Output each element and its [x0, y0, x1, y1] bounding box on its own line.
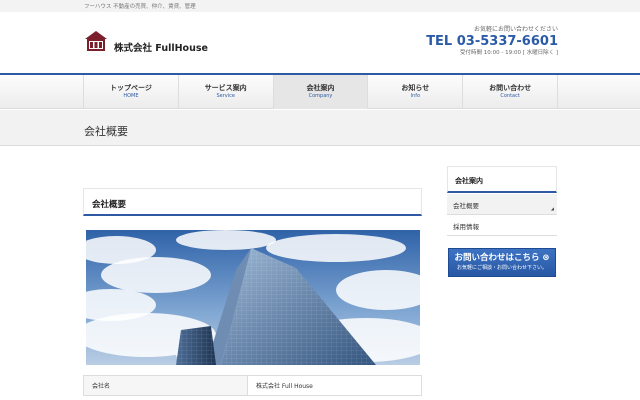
sidebar-heading: 会社案内: [447, 166, 557, 193]
sidebar-item-overview[interactable]: 会社概要 ◢: [447, 194, 557, 215]
sidebar-item-label: 会社概要: [453, 202, 479, 210]
sidebar-heading-text: 会社案内: [455, 177, 483, 185]
nav-sublabel: Contact: [500, 93, 520, 99]
header-contact: お気軽にお問い合わせください TEL 03-5337-6601 受付時間 10:…: [426, 26, 558, 57]
nav-item-company[interactable]: 会社案内 Company: [272, 75, 368, 109]
page-title: 会社概要: [84, 125, 128, 138]
nav-item-contact[interactable]: お問い合わせ Contact: [462, 75, 558, 109]
nav-sublabel: Info: [410, 93, 421, 99]
nav-item-info[interactable]: お知らせ Info: [367, 75, 462, 109]
table-row: 会社名 株式会社 Full House: [83, 375, 422, 396]
phone-number[interactable]: TEL 03-5337-6601: [426, 34, 558, 49]
nav-sublabel: HOME: [123, 93, 139, 99]
contact-note: お気軽にお問い合わせください: [473, 26, 558, 33]
company-name[interactable]: 株式会社 FullHouse: [114, 40, 208, 54]
table-label: 会社名: [83, 375, 248, 396]
sidebar-item-recruit[interactable]: 採用情報: [447, 215, 557, 236]
page-title-band: 会社概要: [0, 110, 640, 146]
global-nav-bar: トップページ HOME サービス案内 Service 会社案内 Company …: [0, 73, 640, 109]
house-logo-icon[interactable]: [84, 30, 108, 52]
company-info-table: 会社名 株式会社 Full House: [83, 375, 422, 396]
top-bar: フーハウス 不動産の売買、仲介、賃貸、管理: [0, 0, 640, 12]
nav-item-home[interactable]: トップページ HOME: [83, 75, 178, 109]
content-heading: 会社概要: [83, 188, 422, 216]
building-hero-image: [86, 230, 420, 365]
content-heading-text: 会社概要: [92, 200, 127, 210]
sidebar-list: 会社概要 ◢ 採用情報: [447, 194, 557, 236]
cta-sub-text: お気軽にご相談・お問い合わせ下さい。: [457, 265, 547, 271]
current-marker-icon: ◢: [550, 206, 554, 211]
site-tagline: フーハウス 不動産の売買、仲介、賃貸、管理: [84, 4, 196, 10]
business-hours: 受付時間 10:00 - 19:00 [ 水曜日除く ]: [460, 50, 558, 56]
nav-sublabel: Service: [216, 93, 235, 99]
table-value: 株式会社 Full House: [247, 375, 422, 396]
nav-sublabel: Company: [308, 93, 333, 99]
sidebar-item-label: 採用情報: [453, 223, 479, 231]
nav-label: お問い合わせ: [489, 84, 532, 92]
cta-main-text: お問い合わせはこちら ⊛: [454, 253, 550, 263]
nav-label: トップページ: [109, 84, 152, 92]
nav-label: お知らせ: [401, 84, 430, 92]
arrow-circle-icon: ⊛: [542, 253, 550, 263]
nav-label: サービス案内: [204, 84, 247, 92]
nav-label: 会社案内: [306, 84, 335, 92]
nav-item-service[interactable]: サービス案内 Service: [177, 75, 273, 109]
global-nav: トップページ HOME サービス案内 Service 会社案内 Company …: [83, 75, 558, 109]
contact-cta-button[interactable]: お問い合わせはこちら ⊛ お気軽にご相談・お問い合わせ下さい。: [448, 248, 556, 277]
